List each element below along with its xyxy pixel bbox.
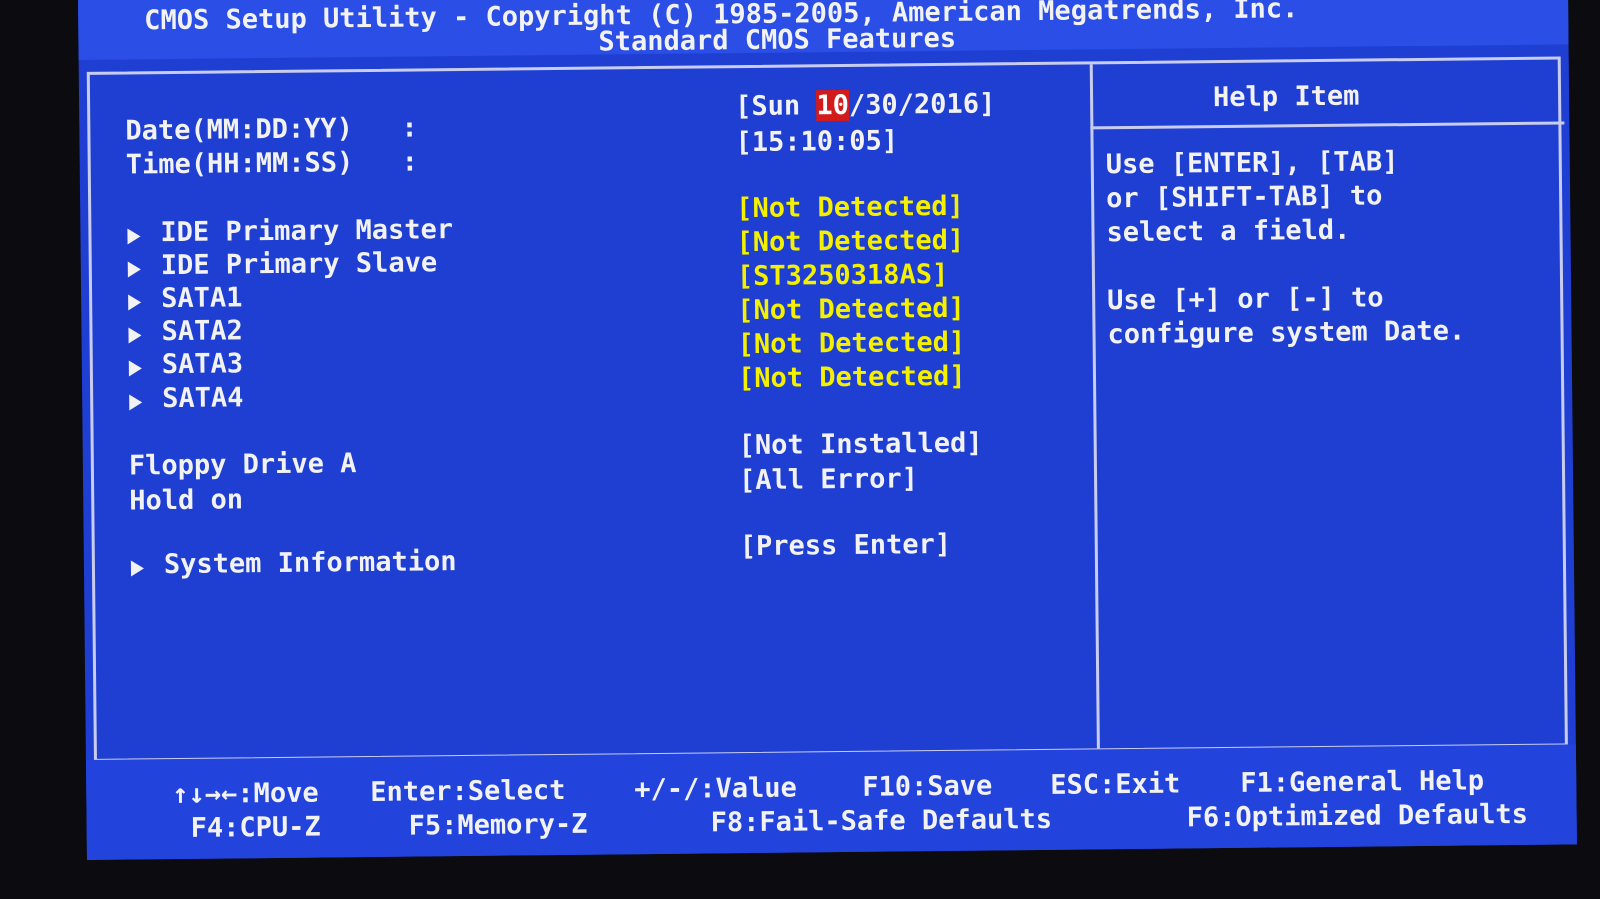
help-line: select a field. <box>1106 214 1351 249</box>
key-hint-general-help: F1:General Help <box>1240 765 1485 799</box>
key-hint-select: Enter:Select <box>370 774 566 808</box>
hold-on-label: Hold on <box>129 484 244 517</box>
menu-item-sata2[interactable]: SATA2 <box>161 315 243 347</box>
submenu-arrow-icon <box>128 294 142 311</box>
date-month-selected[interactable]: 10 <box>816 89 850 122</box>
key-hint-exit: ESC:Exit <box>1050 768 1181 801</box>
value-hold-on[interactable]: [All Error] <box>739 463 918 496</box>
value-floppy[interactable]: [Not Installed] <box>739 428 983 462</box>
date-field[interactable]: [Sun 10/30/2016] <box>735 88 995 122</box>
date-weekday: [Sun <box>734 90 817 123</box>
key-hint-optimized: F6:Optimized Defaults <box>1186 798 1529 834</box>
submenu-arrow-icon <box>127 261 141 278</box>
submenu-arrow-icon <box>129 394 143 411</box>
key-hint-save: F10:Save <box>862 770 993 803</box>
value-sata3[interactable]: [Not Detected] <box>737 327 965 360</box>
key-hint-move: ↑↓→←:Move <box>172 777 319 811</box>
panel-divider <box>1089 64 1100 749</box>
menu-item-ide-primary-slave[interactable]: IDE Primary Slave <box>161 247 438 281</box>
time-sep: : <box>401 146 419 178</box>
value-ide-primary-slave[interactable]: [Not Detected] <box>736 225 964 258</box>
key-hint-cpu-z: F4:CPU-Z <box>190 811 321 844</box>
key-hint-fail-safe: F8:Fail-Safe Defaults <box>710 803 1053 839</box>
bios-screen: CMOS Setup Utility - Copyright (C) 1985-… <box>78 0 1577 860</box>
help-line: Use [ENTER], [TAB] <box>1105 146 1399 181</box>
page-title: Standard CMOS Features <box>598 22 957 58</box>
floppy-label: Floppy Drive A <box>128 448 357 482</box>
time-label: Time(HH:MM:SS) <box>125 147 354 181</box>
date-label: Date(MM:DD:YY) <box>125 113 354 147</box>
key-hint-value: +/-/:Value <box>634 772 798 806</box>
menu-item-sata1[interactable]: SATA1 <box>161 282 243 314</box>
value-sata1[interactable]: [ST3250318AS] <box>737 259 949 292</box>
submenu-arrow-icon <box>127 228 141 245</box>
date-rest: /30/2016] <box>848 88 996 121</box>
date-sep: : <box>401 112 418 144</box>
value-sata4[interactable]: [Not Detected] <box>738 361 966 394</box>
help-title: Help Item <box>1212 80 1360 114</box>
value-system-information[interactable]: [Press Enter] <box>740 529 952 562</box>
help-line: configure system Date. <box>1107 315 1466 351</box>
menu-item-ide-primary-master[interactable]: IDE Primary Master <box>160 214 453 248</box>
help-line: or [SHIFT-TAB] to <box>1105 180 1383 215</box>
menu-item-system-information[interactable]: System Information <box>164 546 457 580</box>
submenu-arrow-icon <box>128 327 142 344</box>
help-title-divider <box>1090 121 1565 130</box>
help-line: Use [+] or [-] to <box>1107 282 1384 317</box>
key-hint-memory-z: F5:Memory-Z <box>408 808 588 842</box>
menu-item-sata4[interactable]: SATA4 <box>162 382 244 414</box>
value-ide-primary-master[interactable]: [Not Detected] <box>736 191 964 224</box>
time-field[interactable]: [15:10:05] <box>735 125 898 158</box>
menu-item-sata3[interactable]: SATA3 <box>162 348 244 380</box>
value-sata2[interactable]: [Not Detected] <box>737 293 965 326</box>
submenu-arrow-icon <box>128 360 142 377</box>
submenu-arrow-icon <box>130 560 145 577</box>
